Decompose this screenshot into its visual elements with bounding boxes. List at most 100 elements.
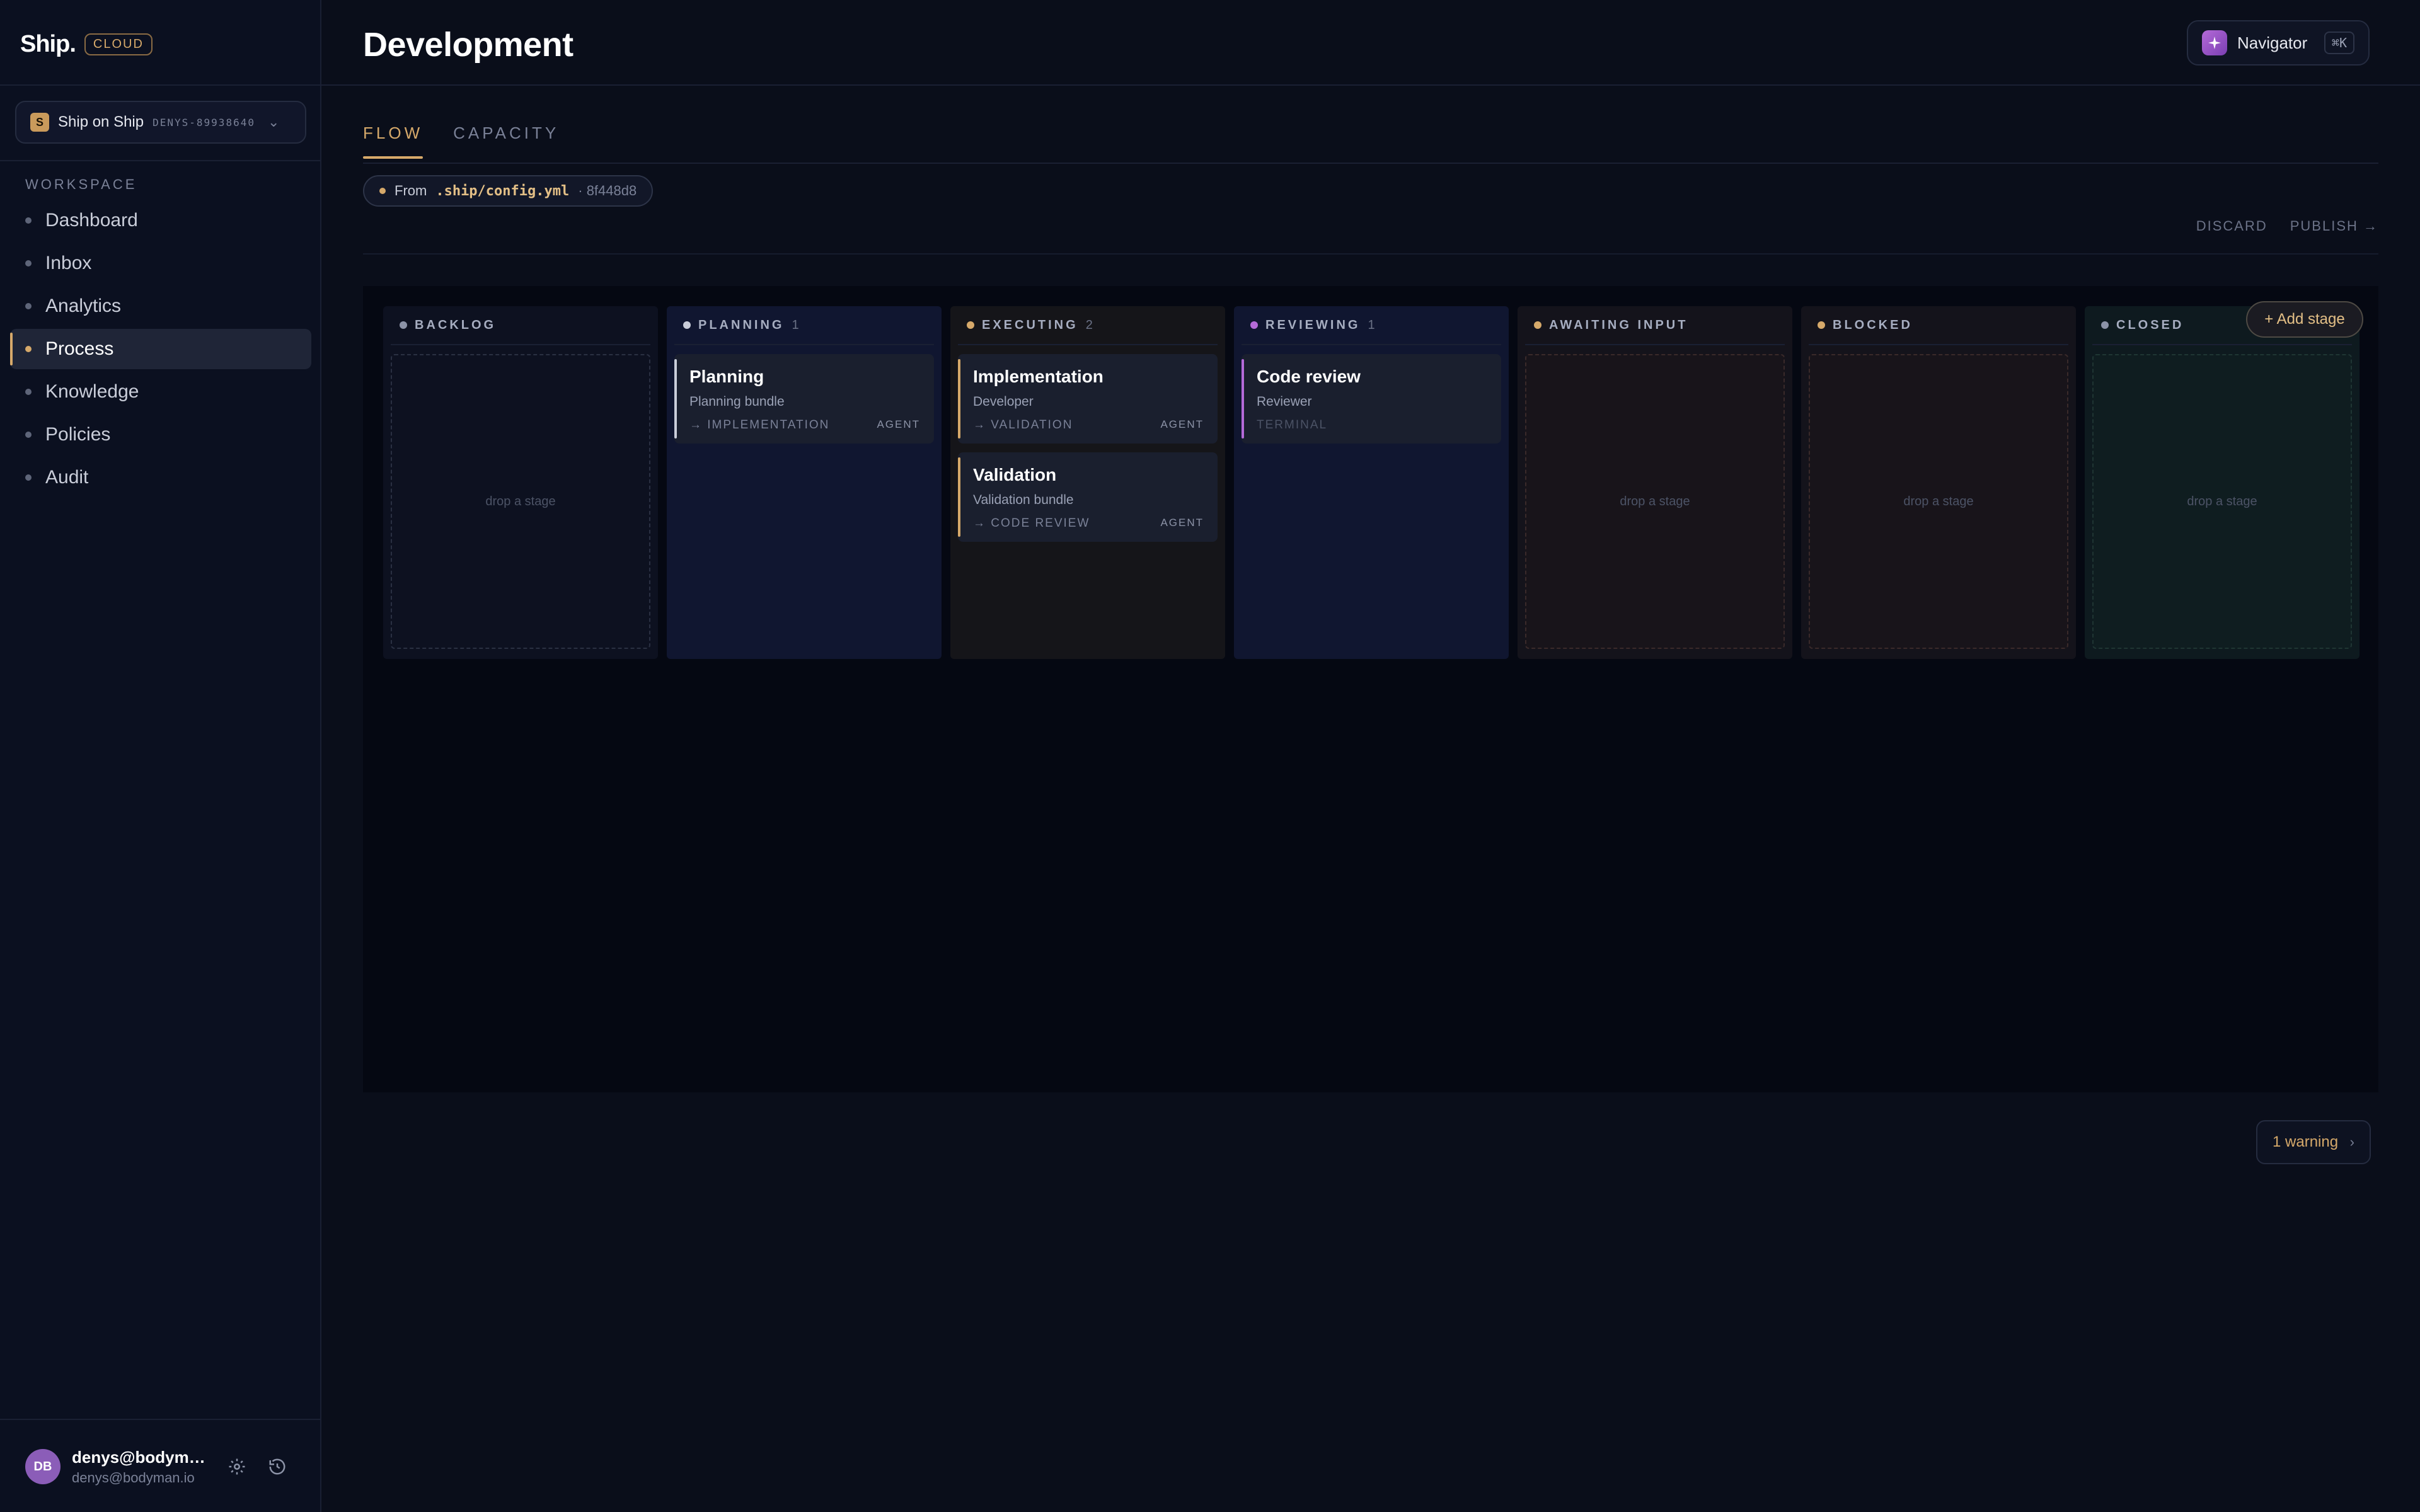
sparkle-icon xyxy=(2202,30,2227,55)
project-name: Ship on Ship xyxy=(58,113,144,130)
page-title: Development xyxy=(363,26,573,64)
stage-card-code-review[interactable]: Code review Reviewer TERMINAL xyxy=(1242,354,1501,444)
brand-logo: Ship. xyxy=(20,30,76,57)
sidebar-item-label: Process xyxy=(45,338,114,359)
column-title: PLANNING xyxy=(698,318,785,332)
discard-button[interactable]: DISCARD xyxy=(2196,218,2267,234)
column-dot xyxy=(967,321,974,329)
tab-capacity[interactable]: CAPACITY xyxy=(453,123,559,159)
column-dot xyxy=(400,321,407,329)
stage-card-implementation[interactable]: Implementation Developer → VALIDATION AG… xyxy=(958,354,1218,444)
history-icon xyxy=(269,1458,285,1475)
source-from-label: From xyxy=(395,183,427,198)
column-header[interactable]: BACKLOG xyxy=(391,306,650,345)
navigator-label: Navigator xyxy=(2237,33,2308,52)
card-title: Implementation xyxy=(973,367,1103,386)
column-reviewing: REVIEWING 1 Code review Reviewer TERMINA… xyxy=(1234,306,1509,659)
card-terminal-label: TERMINAL xyxy=(1257,418,1328,432)
sidebar-item-knowledge[interactable]: Knowledge xyxy=(10,372,311,412)
config-path: .ship/config.yml xyxy=(435,183,570,199)
tab-flow[interactable]: FLOW xyxy=(363,123,424,159)
column-dot xyxy=(1534,321,1541,329)
column-dot xyxy=(1250,321,1258,329)
drop-hint: drop a stage xyxy=(1903,494,1974,508)
bullet-icon xyxy=(25,217,32,224)
brand[interactable]: Ship. CLOUD xyxy=(20,25,153,63)
column-header[interactable]: EXECUTING 2 xyxy=(958,306,1218,345)
sidebar-item-label: Knowledge xyxy=(45,381,139,402)
card-title: Planning xyxy=(689,367,764,386)
drop-zone[interactable]: drop a stage xyxy=(391,354,650,649)
warnings-button[interactable]: 1 warning › xyxy=(2256,1120,2371,1164)
add-stage-button[interactable]: + Add stage xyxy=(2246,301,2363,338)
sidebar-item-policies[interactable]: Policies xyxy=(10,415,311,455)
drop-zone[interactable]: drop a stage xyxy=(2092,354,2352,649)
sidebar-item-dashboard[interactable]: Dashboard xyxy=(10,200,311,241)
chevron-down-icon: ⌄ xyxy=(267,114,280,130)
sidebar-item-process[interactable]: Process xyxy=(10,329,311,369)
sidebar-item-label: Dashboard xyxy=(45,210,138,231)
column-planning: PLANNING 1 Planning Planning bundle → IM… xyxy=(667,306,942,659)
column-title: AWAITING INPUT xyxy=(1549,318,1688,332)
divider xyxy=(0,1419,320,1420)
divider xyxy=(0,84,320,86)
column-header[interactable]: PLANNING 1 xyxy=(674,306,934,345)
sidebar-item-audit[interactable]: Audit xyxy=(10,457,311,498)
project-id: DENYS-89938640 xyxy=(153,116,255,129)
sidebar-item-inbox[interactable]: Inbox xyxy=(10,243,311,284)
card-role-badge: AGENT xyxy=(1160,517,1204,529)
tab-bar: FLOW CAPACITY xyxy=(363,123,559,159)
sidebar-item-label: Analytics xyxy=(45,295,122,316)
project-switcher[interactable]: S Ship on Ship DENYS-89938640 ⌄ xyxy=(15,101,306,144)
bullet-icon xyxy=(25,303,32,309)
sidebar-item-label: Inbox xyxy=(45,253,92,273)
bullet-icon xyxy=(25,474,32,481)
drop-zone[interactable]: drop a stage xyxy=(1525,354,1785,649)
warning-count: 1 warning xyxy=(2273,1133,2339,1150)
column-blocked: BLOCKED drop a stage xyxy=(1801,306,2076,659)
bullet-icon xyxy=(25,346,32,352)
column-header[interactable]: AWAITING INPUT xyxy=(1525,306,1785,345)
flow-board: BACKLOG drop a stage PLANNING 1 Planning… xyxy=(363,286,2378,1092)
column-closed: CLOSED drop a stage xyxy=(2085,306,2360,659)
column-dot xyxy=(1818,321,1825,329)
divider xyxy=(0,160,320,161)
brand-badge: CLOUD xyxy=(84,33,153,55)
config-source-chip[interactable]: From .ship/config.yml · 8f448d8 xyxy=(363,175,654,207)
column-header[interactable]: BLOCKED xyxy=(1809,306,2068,345)
card-role-badge: AGENT xyxy=(1160,418,1204,430)
sidebar: Ship. CLOUD S Ship on Ship DENYS-8993864… xyxy=(0,0,321,1512)
column-title: CLOSED xyxy=(2116,318,2184,332)
chevron-right-icon: › xyxy=(2349,1134,2354,1150)
settings-button[interactable] xyxy=(223,1453,251,1480)
draft-actions: DISCARD PUBLISH → xyxy=(2196,218,2378,234)
status-dot xyxy=(379,188,386,194)
section-label-workspace: WORKSPACE xyxy=(25,176,137,192)
card-title: Validation xyxy=(973,465,1057,484)
divider xyxy=(321,84,2420,86)
column-executing: EXECUTING 2 Implementation Developer → V… xyxy=(950,306,1225,659)
drop-hint: drop a stage xyxy=(1620,494,1690,508)
sidebar-item-analytics[interactable]: Analytics xyxy=(10,286,311,326)
column-title: BLOCKED xyxy=(1833,318,1913,332)
card-subtitle: Planning bundle xyxy=(689,394,785,409)
column-count: 1 xyxy=(792,318,800,332)
stage-card-validation[interactable]: Validation Validation bundle → CODE REVI… xyxy=(958,452,1218,542)
history-button[interactable] xyxy=(263,1453,291,1480)
bullet-icon xyxy=(25,260,32,266)
card-title: Code review xyxy=(1257,367,1361,386)
publish-button[interactable]: PUBLISH → xyxy=(2290,218,2378,234)
user-name: denys@bodyma… xyxy=(72,1447,210,1467)
card-role-badge: AGENT xyxy=(877,418,920,430)
avatar[interactable]: DB xyxy=(25,1449,60,1484)
user-profile: DB denys@bodyma… denys@bodyman.io xyxy=(25,1446,302,1487)
column-awaiting-input: AWAITING INPUT drop a stage xyxy=(1518,306,1792,659)
column-header[interactable]: REVIEWING 1 xyxy=(1242,306,1501,345)
user-info[interactable]: denys@bodyma… denys@bodyman.io xyxy=(72,1448,210,1486)
column-title: EXECUTING xyxy=(982,318,1078,332)
stage-card-planning[interactable]: Planning Planning bundle → IMPLEMENTATIO… xyxy=(674,354,934,444)
sidebar-item-label: Audit xyxy=(45,467,89,488)
drop-zone[interactable]: drop a stage xyxy=(1809,354,2068,649)
drop-hint: drop a stage xyxy=(485,494,556,508)
navigator-button[interactable]: Navigator ⌘K xyxy=(2187,20,2370,66)
